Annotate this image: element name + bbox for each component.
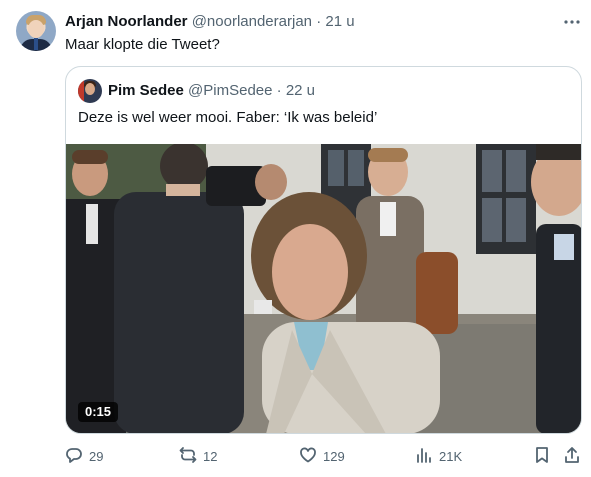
quoted-author-avatar[interactable] — [78, 79, 102, 103]
video-player[interactable]: 0:15 — [66, 144, 581, 433]
quoted-tweet-text: Deze is wel weer mooi. Faber: ‘Ik was be… — [78, 109, 378, 126]
author-handle[interactable]: @noorlanderarjan — [192, 13, 312, 30]
quoted-author-handle[interactable]: @PimSedee — [188, 82, 272, 99]
share-button[interactable] — [563, 444, 581, 468]
separator-dot: · — [276, 82, 282, 99]
tweet-header: Arjan Noorlander @noorlanderarjan · 21 u — [65, 12, 355, 32]
video-frame — [66, 144, 581, 433]
like-count: 129 — [323, 448, 345, 464]
separator-dot: · — [316, 13, 322, 30]
bookmark-button[interactable] — [533, 444, 551, 468]
heart-icon — [299, 446, 317, 467]
views-count: 21K — [439, 448, 463, 464]
tweet: Arjan Noorlander @noorlanderarjan · 21 u… — [0, 0, 591, 477]
share-icon — [563, 446, 581, 467]
more-horizontal-icon[interactable] — [562, 12, 582, 32]
author-name[interactable]: Arjan Noorlander — [65, 13, 188, 30]
reply-icon — [65, 446, 83, 467]
quoted-tweet-header: Pim Sedee @PimSedee · 22 u — [108, 81, 315, 101]
views-button[interactable]: 21K — [415, 444, 462, 468]
reply-count: 29 — [89, 448, 104, 464]
bookmark-icon — [533, 446, 551, 467]
video-duration: 0:15 — [78, 402, 119, 422]
reply-button[interactable]: 29 — [65, 444, 103, 468]
retweet-count: 12 — [203, 448, 218, 464]
retweet-button[interactable]: 12 — [179, 444, 217, 468]
quoted-tweet[interactable]: Pim Sedee @PimSedee · 22 u Deze is wel w… — [65, 66, 582, 434]
author-avatar[interactable] — [16, 11, 56, 51]
action-bar: 29 12 129 21K — [65, 444, 585, 468]
tweet-timestamp[interactable]: 21 u — [325, 13, 354, 30]
quoted-tweet-timestamp[interactable]: 22 u — [286, 82, 315, 99]
quoted-author-name[interactable]: Pim Sedee — [108, 82, 184, 99]
tweet-text: Maar klopte die Tweet? — [65, 36, 220, 53]
retweet-icon — [179, 446, 197, 467]
like-button[interactable]: 129 — [299, 444, 345, 468]
views-icon — [415, 446, 433, 467]
